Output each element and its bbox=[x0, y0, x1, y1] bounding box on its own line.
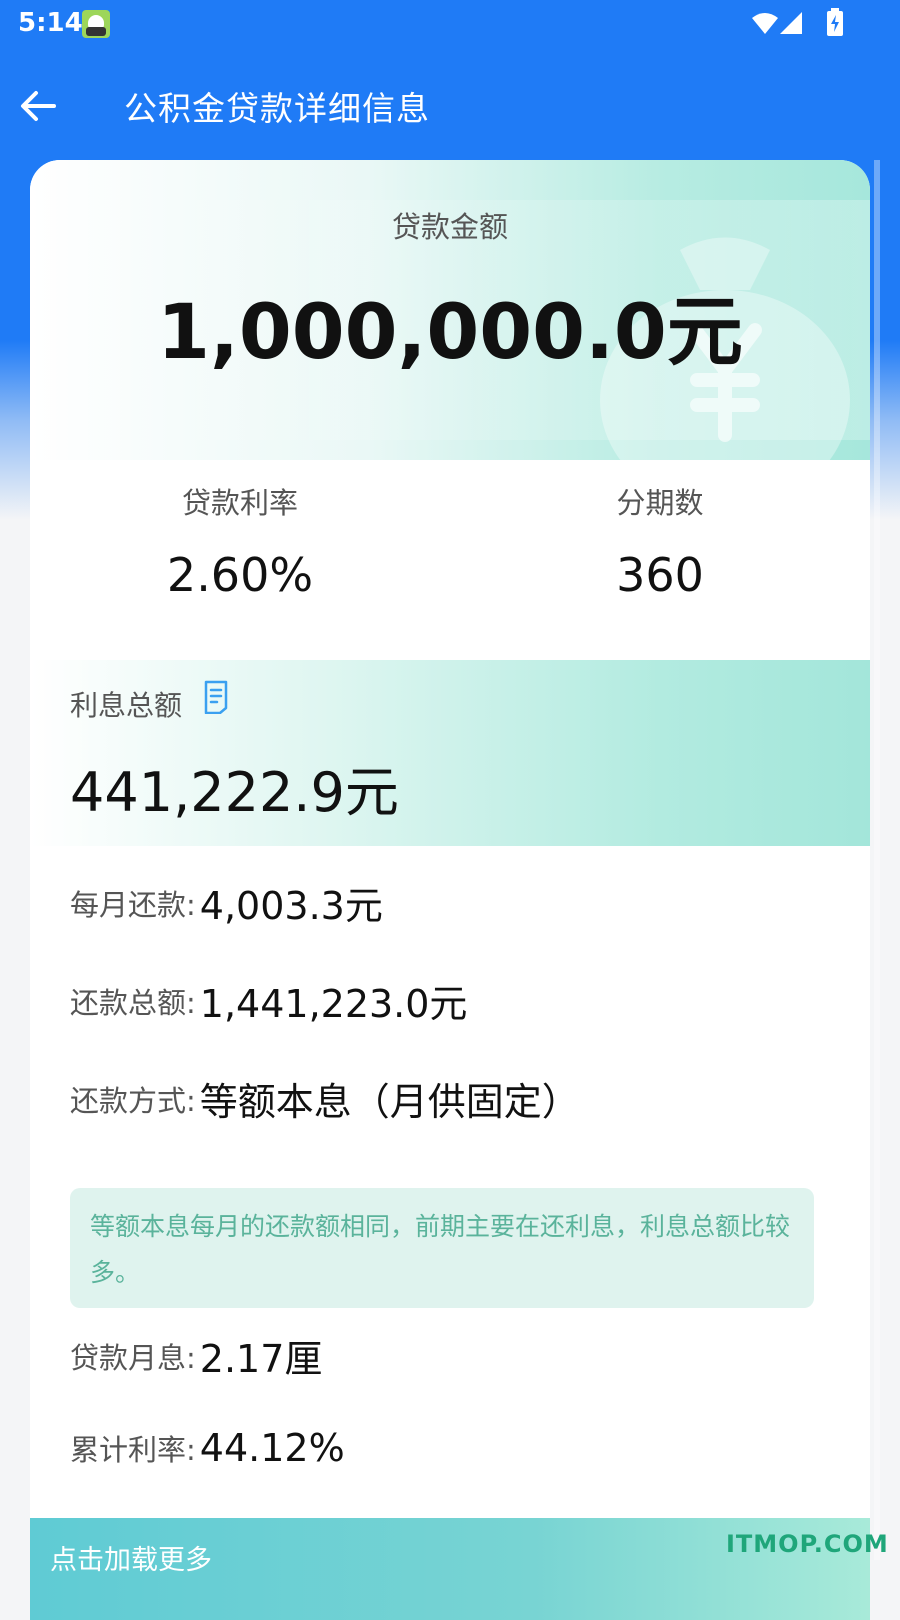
repayment-tip-text: 等额本息每月的还款额相同，前期主要在还利息，利息总额比较多。 bbox=[90, 1212, 791, 1287]
document-icon[interactable] bbox=[202, 680, 230, 714]
monthly-payment-value: 4,003.3元 bbox=[199, 884, 383, 928]
back-arrow-icon[interactable] bbox=[16, 84, 60, 128]
repayment-method-value: 等额本息（月供固定） bbox=[199, 1080, 580, 1124]
status-bar: 5:14 bbox=[0, 0, 900, 48]
loan-detail-card: 贷款金额 1,000,000.0元 贷款利率 2.60% 分期数 360 利息总… bbox=[30, 160, 870, 1620]
monthly-interest-label: 贷款月息: bbox=[70, 1340, 196, 1375]
total-repayment-value: 1,441,223.0元 bbox=[199, 982, 468, 1026]
loan-amount-label: 贷款金额 bbox=[391, 210, 508, 244]
cumulative-rate-label: 累计利率: bbox=[70, 1433, 196, 1467]
cumulative-rate-value: 44.12% bbox=[199, 1426, 345, 1470]
interest-total-label: 利息总额 bbox=[70, 689, 183, 722]
scroll-indicator bbox=[874, 160, 880, 1560]
periods-value: 360 bbox=[616, 548, 704, 602]
periods-label: 分期数 bbox=[616, 486, 704, 520]
loan-amount-section: 贷款金额 1,000,000.0元 bbox=[30, 160, 870, 460]
notification-app-icon bbox=[82, 10, 110, 38]
monthly-interest-value: 2.17厘 bbox=[199, 1337, 323, 1381]
wifi-icon bbox=[752, 13, 778, 34]
repayment-tip-box: 等额本息每月的还款额相同，前期主要在还利息，利息总额比较多。 bbox=[70, 1188, 814, 1308]
monthly-payment-label: 每月还款: bbox=[70, 887, 196, 922]
total-repayment-label: 还款总额: bbox=[70, 985, 196, 1020]
load-more-label: 点击加载更多 bbox=[50, 1545, 212, 1576]
loan-amount-value: 1,000,000.0元 bbox=[157, 287, 743, 376]
signal-icon bbox=[780, 12, 802, 34]
monthly-interest-row: 贷款月息: 2.17厘 bbox=[70, 1328, 322, 1381]
status-time: 5:14 bbox=[18, 8, 83, 38]
cumulative-rate-row: 累计利率: 44.12% bbox=[70, 1426, 345, 1476]
app-bar: 公积金贷款详细信息 bbox=[0, 56, 900, 156]
periods-stat: 分期数 360 bbox=[450, 480, 870, 602]
watermark: ITMOP.COM bbox=[726, 1530, 889, 1558]
loan-rate-stat: 贷款利率 2.60% bbox=[30, 480, 450, 602]
battery-icon bbox=[827, 8, 843, 36]
repayment-method-row: 还款方式: 等额本息（月供固定） bbox=[70, 1071, 580, 1124]
loan-rate-label: 贷款利率 bbox=[181, 486, 298, 520]
page-title: 公积金贷款详细信息 bbox=[124, 89, 430, 128]
monthly-payment-row: 每月还款: 4,003.3元 bbox=[70, 875, 383, 928]
interest-total-section: 利息总额 441,222.9元 bbox=[30, 660, 870, 846]
loan-rate-value: 2.60% bbox=[166, 548, 314, 602]
repayment-method-label: 还款方式: bbox=[70, 1083, 196, 1118]
interest-total-value: 441,222.9元 bbox=[70, 761, 399, 824]
total-repayment-row: 还款总额: 1,441,223.0元 bbox=[70, 973, 467, 1026]
